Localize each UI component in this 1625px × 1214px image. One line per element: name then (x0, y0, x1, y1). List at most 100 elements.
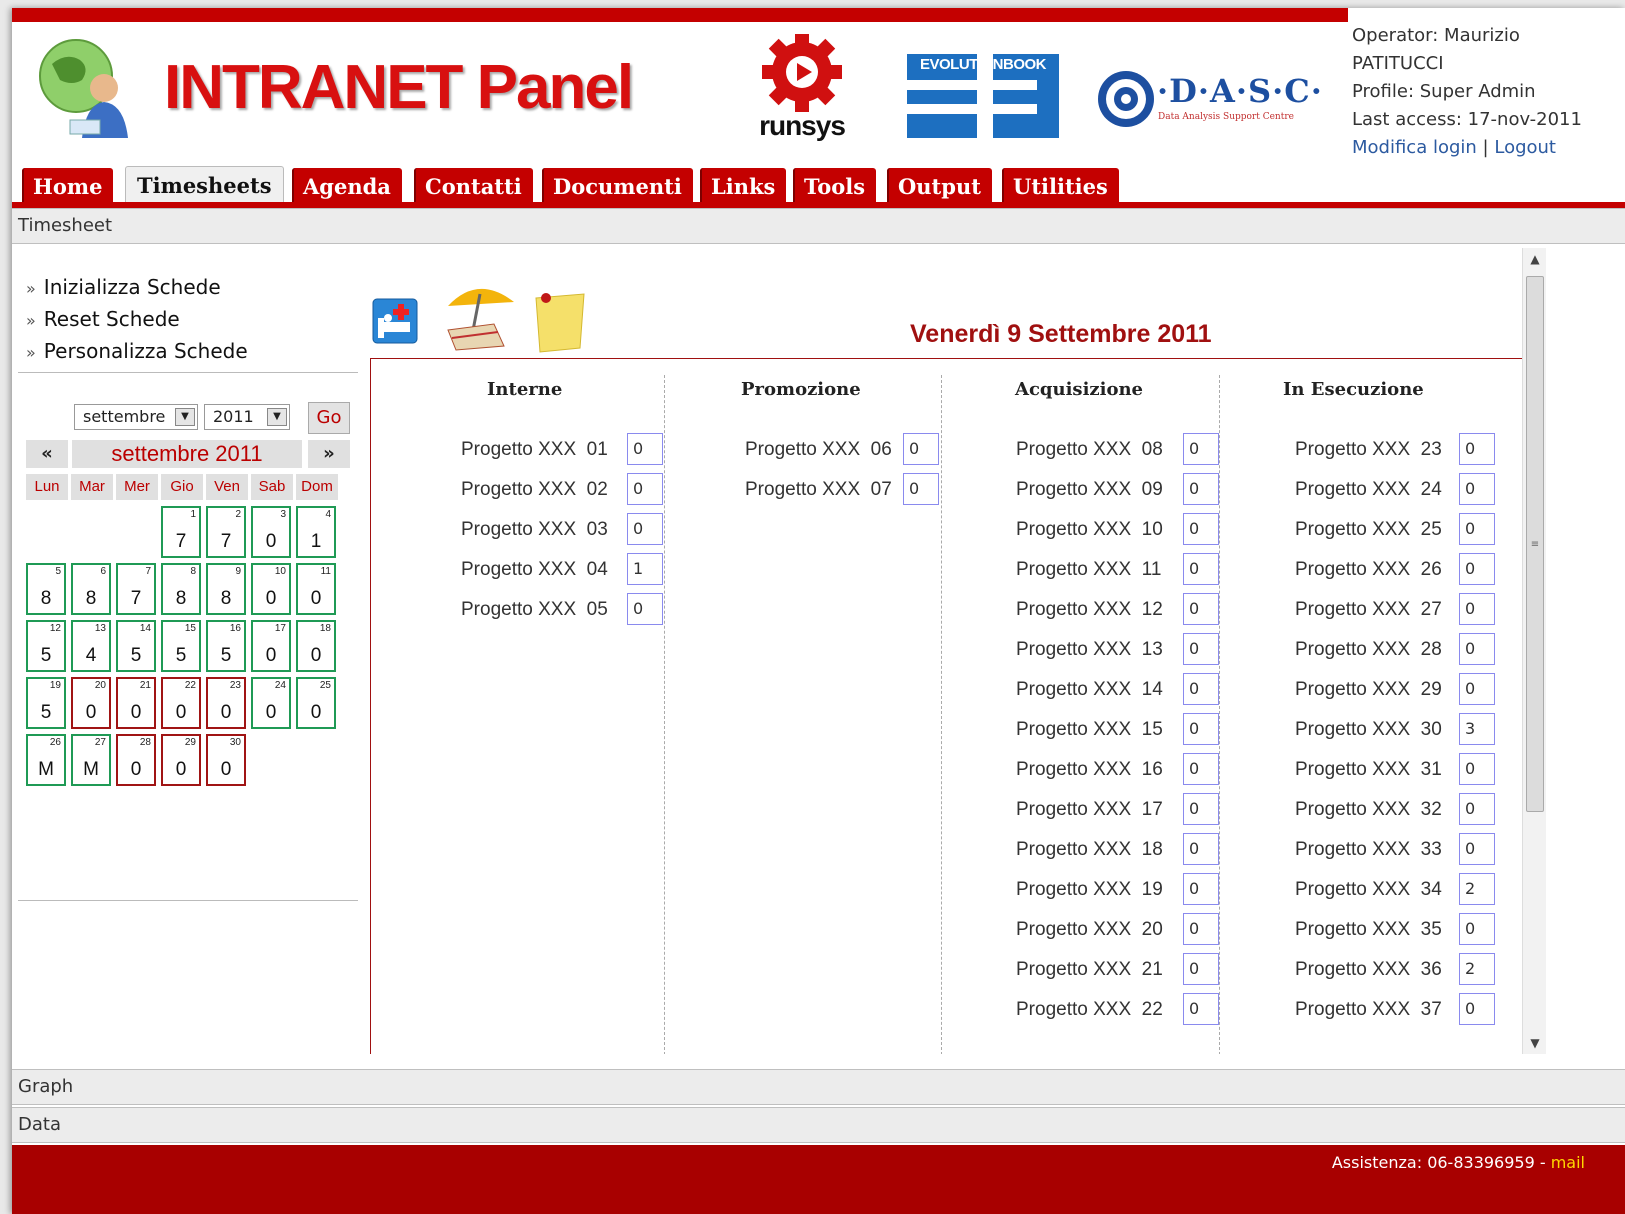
calendar-day[interactable]: 98 (206, 563, 246, 615)
project-hours-input[interactable]: 0 (1459, 673, 1495, 705)
month-select[interactable]: settembre ▼ (74, 404, 198, 430)
go-button[interactable]: Go (308, 402, 350, 434)
project-hours-input[interactable]: 0 (1459, 513, 1495, 545)
timesheet-section-header[interactable]: Timesheet (12, 208, 1625, 244)
project-hours-input[interactable]: 0 (1459, 833, 1495, 865)
data-section-header[interactable]: Data (12, 1107, 1625, 1143)
vacation-icon[interactable] (438, 280, 522, 354)
main-scrollbar[interactable]: ▲ ≡ ▼ (1522, 248, 1546, 1054)
calendar-day[interactable]: 29 0 (161, 734, 201, 786)
scrollbar-thumb[interactable]: ≡ (1526, 276, 1544, 812)
calendar-day[interactable]: 25 0 (296, 677, 336, 729)
project-hours-input[interactable]: 0 (1183, 633, 1219, 665)
project-hours-input[interactable]: 0 (1459, 593, 1495, 625)
project-hours-input[interactable]: 0 (1183, 553, 1219, 585)
project-hours-input[interactable]: 0 (1183, 913, 1219, 945)
project-hours-input[interactable]: 0 (627, 513, 663, 545)
tab-contatti[interactable]: Contatti (414, 168, 533, 204)
project-hours-input[interactable]: 0 (1183, 433, 1219, 465)
project-hours-input[interactable]: 0 (1183, 873, 1219, 905)
calendar-day[interactable]: 13 4 (71, 620, 111, 672)
calendar-day[interactable]: 27 M (71, 734, 111, 786)
tab-home[interactable]: Home (22, 168, 114, 204)
calendar-day[interactable]: 16 5 (206, 620, 246, 672)
prev-month-button[interactable]: « (26, 440, 68, 468)
project-hours-input[interactable]: 0 (1459, 913, 1495, 945)
tab-tools[interactable]: Tools (793, 168, 877, 204)
project-hours-input[interactable]: 0 (1183, 833, 1219, 865)
tab-utilities[interactable]: Utilities (1002, 168, 1119, 204)
assistance-info: Assistenza: 06-83396959 - mail (1332, 1153, 1585, 1172)
tab-links[interactable]: Links (700, 168, 787, 204)
project-hours-input[interactable]: 0 (1183, 793, 1219, 825)
project-hours-input[interactable]: 0 (903, 433, 939, 465)
project-hours-input[interactable]: 0 (627, 473, 663, 505)
calendar-day[interactable]: 30 0 (206, 734, 246, 786)
project-hours-input[interactable]: 0 (1183, 993, 1219, 1025)
project-hours-input[interactable]: 0 (1183, 673, 1219, 705)
calendar-day[interactable]: 12 5 (26, 620, 66, 672)
project-hours-input[interactable]: 0 (1183, 593, 1219, 625)
calendar-day[interactable]: 17 (161, 506, 201, 558)
next-month-button[interactable]: » (308, 440, 350, 468)
sidebar-item-reset[interactable]: » Reset Schede (26, 304, 248, 336)
graph-section-header[interactable]: Graph (12, 1069, 1625, 1105)
calendar-day[interactable]: 68 (71, 563, 111, 615)
sidebar-item-inizializza[interactable]: » Inizializza Schede (26, 272, 248, 304)
project-hours-input[interactable]: 0 (1459, 473, 1495, 505)
calendar-day[interactable]: 21 0 (116, 677, 156, 729)
scroll-up-icon[interactable]: ▲ (1523, 248, 1547, 270)
calendar-day[interactable]: 30 (251, 506, 291, 558)
note-icon[interactable] (532, 288, 588, 354)
calendar-day[interactable]: 28 0 (116, 734, 156, 786)
project-hours-input[interactable]: 1 (627, 553, 663, 585)
mail-link[interactable]: mail (1551, 1153, 1585, 1172)
calendar-day[interactable]: 88 (161, 563, 201, 615)
modify-login-link[interactable]: Modifica login (1352, 137, 1477, 158)
calendar-day[interactable]: 24 0 (251, 677, 291, 729)
sick-leave-icon[interactable] (372, 298, 418, 344)
project-hours-input[interactable]: 0 (1183, 953, 1219, 985)
project-hours-input[interactable]: 0 (1183, 753, 1219, 785)
project-hours-input[interactable]: 0 (1183, 473, 1219, 505)
project-hours-input[interactable]: 0 (1459, 433, 1495, 465)
project-hours-input[interactable]: 0 (1459, 633, 1495, 665)
calendar-day[interactable]: 58 (26, 563, 66, 615)
project-hours-input[interactable]: 0 (1459, 553, 1495, 585)
project-hours-input[interactable]: 0 (903, 473, 939, 505)
day-hours: 0 (310, 702, 322, 723)
tab-documenti[interactable]: Documenti (542, 168, 693, 204)
calendar-day[interactable]: 15 5 (161, 620, 201, 672)
logout-link[interactable]: Logout (1494, 137, 1556, 158)
tab-agenda[interactable]: Agenda (292, 168, 402, 204)
calendar-day[interactable]: 77 (116, 563, 156, 615)
project-hours-input[interactable]: 0 (1459, 753, 1495, 785)
calendar-day[interactable]: 18 0 (296, 620, 336, 672)
calendar-day[interactable]: 11 0 (296, 563, 336, 615)
calendar-day[interactable]: 17 0 (251, 620, 291, 672)
sidebar-item-personalizza[interactable]: » Personalizza Schede (26, 336, 248, 368)
calendar-day[interactable]: 22 0 (161, 677, 201, 729)
calendar-day[interactable]: 23 0 (206, 677, 246, 729)
project-hours-input[interactable]: 3 (1459, 713, 1495, 745)
project-hours-input[interactable]: 2 (1459, 873, 1495, 905)
project-hours-input[interactable]: 0 (1183, 713, 1219, 745)
project-hours-input[interactable]: 0 (1459, 993, 1495, 1025)
scroll-down-icon[interactable]: ▼ (1523, 1032, 1547, 1054)
tab-output[interactable]: Output (887, 168, 992, 204)
day-number: 19 (49, 680, 61, 691)
project-hours-input[interactable]: 2 (1459, 953, 1495, 985)
tab-timesheets[interactable]: Timesheets (125, 166, 284, 204)
year-select[interactable]: 2011 ▼ (204, 404, 290, 430)
calendar-day[interactable]: 10 0 (251, 563, 291, 615)
calendar-day[interactable]: 26 M (26, 734, 66, 786)
calendar-day[interactable]: 27 (206, 506, 246, 558)
calendar-day[interactable]: 20 0 (71, 677, 111, 729)
project-hours-input[interactable]: 0 (1459, 793, 1495, 825)
calendar-day[interactable]: 19 5 (26, 677, 66, 729)
calendar-day[interactable]: 14 5 (116, 620, 156, 672)
project-hours-input[interactable]: 0 (627, 433, 663, 465)
calendar-day[interactable]: 41 (296, 506, 336, 558)
project-hours-input[interactable]: 0 (627, 593, 663, 625)
project-hours-input[interactable]: 0 (1183, 513, 1219, 545)
